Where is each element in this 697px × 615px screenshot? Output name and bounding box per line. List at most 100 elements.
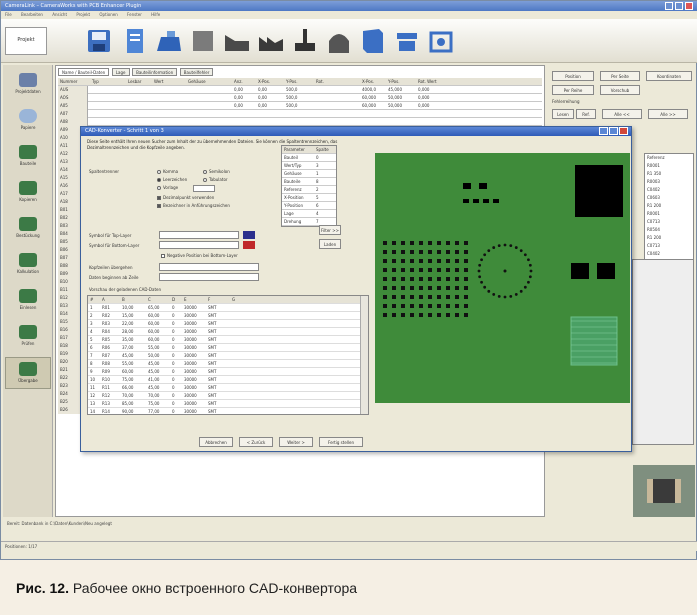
coordinates-button[interactable]: Koordinaten [646,71,692,81]
column-header[interactable]: X-Pos. [258,79,270,84]
menu-file[interactable]: File [5,12,12,17]
nav-item-kalkulation[interactable]: Kalkulation [5,249,51,281]
column-header[interactable]: Typ [92,79,99,84]
preview-row[interactable]: 11 R11 66,00 45,00 0 30000 SMT [88,384,368,392]
column-header[interactable]: Y-Pos. [286,79,297,84]
preview-row[interactable]: 12 R12 70,00 70,00 0 30000 SMT [88,392,368,400]
book-icon[interactable] [359,27,387,55]
all-next-button[interactable]: Alle >> [648,109,688,119]
position-button[interactable]: Position [552,71,594,81]
menu-edit[interactable]: Bearbeiten [21,12,43,17]
list-item[interactable]: R1 200 [647,203,661,208]
list-item[interactable]: R1 200 [647,235,661,240]
load-button[interactable]: Laden [319,239,341,249]
preview-row[interactable]: 7 R07 45,00 50,00 0 30000 SMT [88,352,368,360]
quotes-checkbox[interactable]: Bezeichner in Anführungszeichen [157,203,230,208]
tab-bauteilinformation[interactable]: Bauteilinformation [132,68,178,76]
option-space[interactable]: Leerzeichen [157,177,187,182]
parameter-row[interactable]: Bauteile 8 [282,178,336,186]
list-item[interactable]: C0402 [647,251,660,256]
column-header[interactable]: Y-Pos. [388,79,399,84]
per-row-button[interactable]: Per Reihe [552,85,594,95]
column-header[interactable]: Nummer [60,79,77,84]
nav-item-projektdaten[interactable]: Projektdaten [5,69,51,101]
template-input[interactable] [193,185,215,192]
table-row[interactable]: AUS 0,00 0,00 500,0 4000,0 45,000 0,000 [58,86,542,94]
back-button[interactable]: < Zurück [239,437,273,447]
dialog-maximize-icon[interactable] [609,127,618,135]
option-comma[interactable]: Komma [157,169,178,174]
board-icon[interactable] [189,27,217,55]
preview-row[interactable]: 5 R05 35,00 60,00 0 30000 SMT [88,336,368,344]
option-tab[interactable]: Tabulator [203,177,228,182]
close-icon[interactable] [685,2,693,10]
preview-row[interactable]: 1 R01 10,00 65,00 0 30000 SMT [88,304,368,312]
preview-row[interactable]: 6 R06 37,00 55,00 0 30000 SMT [88,344,368,352]
feed-button[interactable]: Vorschub [600,85,640,95]
column-header[interactable]: Rot. Wert [418,79,437,84]
preview-row[interactable]: 14 R14 90,00 77,00 0 30000 SMT [88,408,368,414]
column-header[interactable]: Gehäuse [188,79,206,84]
preview-row[interactable]: 3 R03 22,00 60,00 0 30000 SMT [88,320,368,328]
preview-row[interactable]: 13 R13 85,00 75,00 0 30000 SMT [88,400,368,408]
dialog-close-icon[interactable] [619,127,628,135]
list-item[interactable]: C0713 [647,243,660,248]
preview-row[interactable]: 10 R10 75,00 41,00 0 30000 SMT [88,376,368,384]
bottom-layer-color-swatch[interactable] [243,241,255,249]
column-header[interactable]: Wert [154,79,163,84]
column-header[interactable]: Lesbar [128,79,141,84]
list-item[interactable]: R0001 [647,211,660,216]
cancel-button[interactable]: Abbrechen [199,437,233,447]
nav-item-papiere[interactable]: Papiere [5,105,51,137]
feeder-icon[interactable] [393,27,421,55]
nav-item-einlesen[interactable]: Einlesen [5,285,51,317]
arch-icon[interactable] [325,27,353,55]
parameter-row[interactable]: Referenz 2 [282,186,336,194]
table-row[interactable]: A05 0,00 0,00 500,0 60,000 50,000 0,000 [58,102,542,110]
parameter-row[interactable]: X-Position 5 [282,194,336,202]
column-header[interactable]: Rot. [316,79,324,84]
negative-position-checkbox[interactable]: Negative Position bei Bottom-Layer [161,253,238,258]
read-button[interactable]: Lesen [552,109,574,119]
next-button[interactable]: Weiter > [279,437,313,447]
table-row[interactable]: AOS 0,00 0,00 500,0 60,000 50,000 0,000 [58,94,542,102]
document-icon[interactable] [121,27,149,55]
list-item[interactable]: R0001 [647,163,660,168]
ref-button[interactable]: Ref. [576,109,596,119]
preview-row[interactable]: 8 R08 55,00 45,00 0 30000 SMT [88,360,368,368]
tab-name-data[interactable]: Name / Bauteil-Daten [58,68,110,76]
disk-icon[interactable] [85,27,113,55]
tab-lage[interactable]: Lage [111,68,130,76]
minimize-icon[interactable] [665,2,673,10]
option-template[interactable]: Vorlage [157,185,178,190]
list-item[interactable]: C0603 [647,195,660,200]
project-button[interactable]: Projekt [5,27,47,55]
menu-view[interactable]: Ansicht [52,12,67,17]
nav-item-uebergabe[interactable]: Übergabe [5,357,51,389]
all-prev-button[interactable]: Alle << [602,109,642,119]
option-semicolon[interactable]: Semikolon [203,169,230,174]
top-layer-input[interactable] [159,231,239,239]
parameter-row[interactable]: Lage 4 [282,210,336,218]
nav-item-bestueckung[interactable]: Bestückung [5,213,51,245]
camera-icon[interactable] [427,27,455,55]
decimal-point-checkbox[interactable]: Dezimalpunkt verwenden [157,195,214,200]
table-row[interactable]: A08 [58,118,542,126]
list-item[interactable]: C0713 [647,219,660,224]
column-header[interactable]: X-Pos. [362,79,374,84]
bend-icon[interactable] [223,27,251,55]
parameter-row[interactable]: Bauteil 0 [282,154,336,162]
finish-button[interactable]: Fertig stellen [319,437,363,447]
heading-skip-input[interactable] [159,263,259,271]
dialog-minimize-icon[interactable] [599,127,608,135]
nav-item-kopieren[interactable]: Kopieren [5,177,51,209]
preview-row[interactable]: 2 R02 15,00 60,00 0 30000 SMT [88,312,368,320]
table-row[interactable]: A07 [58,110,542,118]
factory-icon[interactable] [257,27,285,55]
parameter-row[interactable]: Wert/Typ 3 [282,162,336,170]
list-item[interactable]: R1 350 [647,171,661,176]
folder-icon[interactable] [155,27,183,55]
preview-scrollbar[interactable] [360,296,368,414]
robot-icon[interactable] [291,27,319,55]
parameter-row[interactable]: Y-Position 6 [282,202,336,210]
